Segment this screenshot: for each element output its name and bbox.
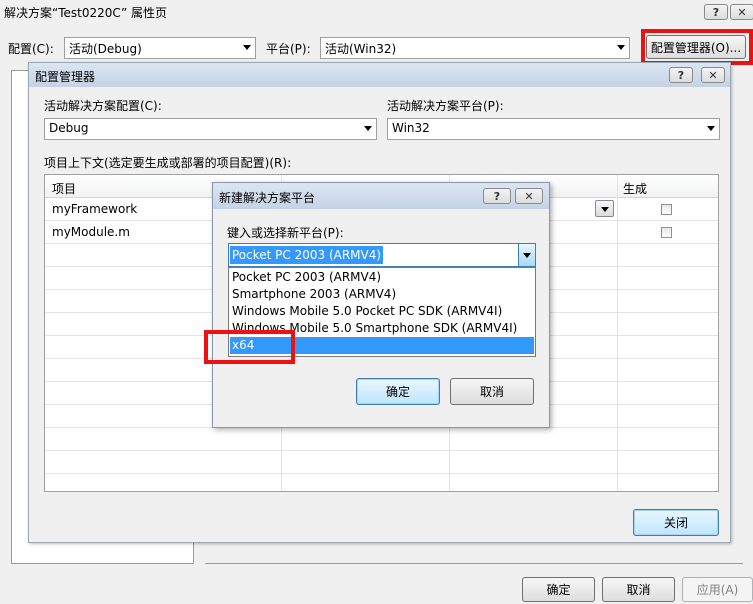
close-dialog-button[interactable]: 关闭 (633, 509, 719, 536)
active-config-value: Debug (49, 121, 89, 135)
help-button[interactable]: ? (704, 4, 728, 20)
build-checkbox[interactable] (661, 204, 672, 215)
cancel-button[interactable]: 取消 (602, 577, 675, 602)
project-name: myFramework (52, 202, 138, 216)
platform-dropdown[interactable]: 活动(Win32) (320, 37, 630, 59)
list-item[interactable]: Windows Mobile 5.0 Pocket PC SDK (ARMV4I… (230, 303, 534, 320)
project-context-label: 项目上下文(选定要生成或部署的项目配置)(R): (44, 156, 292, 170)
help-button[interactable]: ? (669, 67, 693, 83)
help-button[interactable]: ? (483, 188, 511, 204)
grid-divider (45, 450, 718, 451)
column-header-project[interactable]: 项目 (52, 180, 76, 197)
platform-label: 平台(P): (266, 42, 311, 56)
chevron-down-icon (601, 207, 609, 212)
new-platform-label: 键入或选择新平台(P): (227, 226, 344, 240)
active-config-label: 活动解决方案配置(C): (44, 99, 162, 113)
new-platform-dialog: 新建解决方案平台 ? ✕ 键入或选择新平台(P): Pocket PC 2003… (212, 182, 550, 428)
config-manager-titlebar (29, 63, 730, 87)
new-platform-title: 新建解决方案平台 (219, 191, 316, 205)
window-title: 解决方案“Test0220C” 属性页 (4, 6, 168, 20)
config-label: 配置(C): (8, 42, 54, 56)
close-button[interactable]: ✕ (701, 67, 725, 83)
chevron-down-icon (364, 126, 372, 131)
list-item[interactable]: Smartphone 2003 (ARMV4) (230, 286, 534, 303)
platform-cell-dropdown[interactable] (595, 200, 614, 217)
highlight-box-config-manager (641, 29, 753, 65)
build-checkbox[interactable] (661, 227, 672, 238)
list-item[interactable]: Pocket PC 2003 (ARMV4) (230, 269, 534, 286)
chevron-down-icon (243, 45, 251, 50)
active-platform-dropdown[interactable]: Win32 (387, 118, 720, 140)
config-manager-title: 配置管理器 (35, 70, 96, 84)
project-name: myModule.m (52, 225, 130, 239)
new-platform-combobox[interactable]: Pocket PC 2003 (ARMV4) (228, 243, 536, 267)
chevron-down-icon (707, 126, 715, 131)
close-button[interactable]: ✕ (730, 4, 753, 20)
close-button[interactable]: ✕ (515, 188, 543, 204)
chevron-down-icon (617, 45, 625, 50)
apply-button[interactable]: 应用(A) (682, 577, 753, 602)
chevron-down-icon (523, 253, 531, 258)
grid-divider (45, 473, 718, 474)
ok-button[interactable]: 确定 (522, 577, 595, 602)
ok-button[interactable]: 确定 (356, 378, 440, 405)
active-platform-label: 活动解决方案平台(P): (387, 99, 504, 113)
column-header-build[interactable]: 生成 (623, 180, 647, 197)
combobox-dropdown-button[interactable] (518, 244, 535, 266)
new-platform-input[interactable]: Pocket PC 2003 (ARMV4) (230, 246, 384, 264)
config-dropdown[interactable]: 活动(Debug) (64, 37, 256, 59)
active-config-dropdown[interactable]: Debug (44, 118, 377, 140)
highlight-box-x64 (204, 330, 295, 364)
active-platform-value: Win32 (392, 121, 430, 135)
new-platform-input-value: Pocket PC 2003 (ARMV4) (232, 248, 382, 262)
config-dropdown-value: 活动(Debug) (69, 42, 142, 56)
cancel-button[interactable]: 取消 (450, 378, 534, 405)
platform-dropdown-value: 活动(Win32) (325, 42, 397, 56)
